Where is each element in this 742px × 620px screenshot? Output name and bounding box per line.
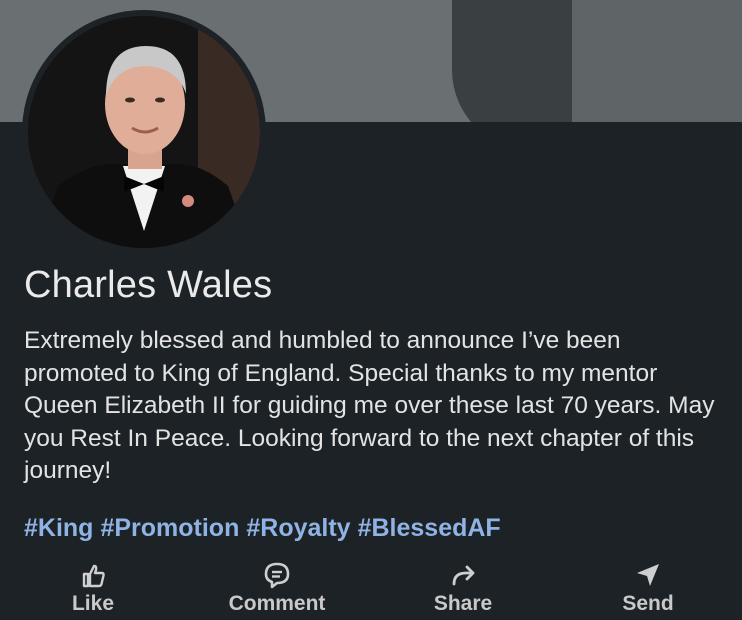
share-button[interactable]: Share — [388, 556, 538, 616]
post-text: Extremely blessed and humbled to announc… — [24, 327, 715, 484]
send-label: Send — [622, 592, 674, 615]
comment-button[interactable]: Comment — [202, 556, 352, 616]
avatar-portrait — [28, 16, 260, 248]
like-label: Like — [71, 592, 115, 615]
share-label: Share — [433, 592, 493, 615]
send-button[interactable]: Send — [573, 556, 723, 616]
post-action-bar: Like Comment Share Send — [0, 556, 742, 620]
hashtag-list: #King #Promotion #Royalty #BlessedAF — [24, 514, 724, 543]
paper-plane-icon — [637, 564, 659, 586]
speech-bubble-icon — [264, 562, 290, 589]
like-button[interactable]: Like — [18, 556, 168, 616]
share-arrow-icon — [452, 565, 475, 586]
thumbs-up-icon — [82, 564, 105, 588]
author-name[interactable]: Charles Wales — [24, 264, 272, 307]
avatar[interactable] — [28, 16, 260, 248]
hashtag-link[interactable]: #Promotion — [100, 514, 239, 542]
hashtag-link[interactable]: #King — [24, 514, 93, 542]
comment-label: Comment — [228, 592, 326, 615]
hashtag-link[interactable]: #BlessedAF — [358, 514, 501, 542]
hashtag-link[interactable]: #Royalty — [246, 514, 350, 542]
